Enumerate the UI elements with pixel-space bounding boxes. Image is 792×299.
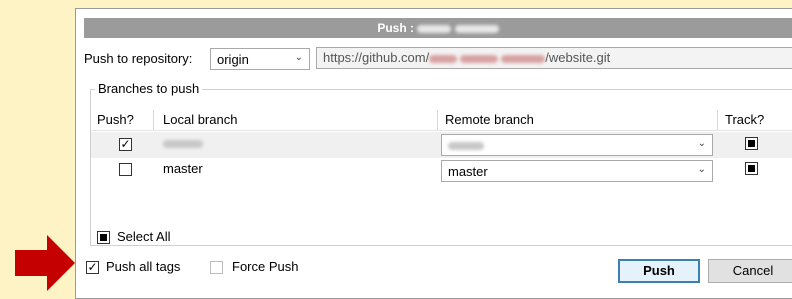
push-all-tags-checkbox[interactable]: ✓: [86, 261, 99, 274]
dialog-titlebar: Push :: [84, 18, 792, 38]
force-push-label: Force Push: [232, 259, 299, 274]
redacted-user: [501, 54, 546, 63]
branches-table-header: Push? Local branch Remote branch Track?: [91, 110, 792, 131]
chevron-down-icon: ⌄: [697, 164, 706, 175]
select-all-label: Select All: [117, 229, 171, 244]
column-divider: [437, 110, 438, 130]
branches-group: Branches to push Push? Local branch Remo…: [90, 81, 792, 246]
branches-group-title: Branches to push: [95, 81, 203, 96]
remote-branch-select[interactable]: master ⌄: [441, 160, 713, 182]
repository-select[interactable]: origin ⌄: [210, 48, 310, 70]
remote-branch-select[interactable]: ⌄: [441, 134, 713, 156]
redacted-branch-name: [417, 24, 452, 33]
cancel-button[interactable]: Cancel: [708, 259, 792, 283]
branch-row[interactable]: ✓ ⌄: [91, 132, 792, 158]
redacted-repo-name: [454, 24, 499, 33]
local-branch-name: master: [163, 161, 203, 176]
url-prefix: https://github.com/: [323, 50, 430, 65]
redacted-remote-branch: [448, 142, 484, 150]
repository-select-value: origin: [217, 52, 249, 67]
dialog-footer: ✓ Push all tags Force Push Push Cancel: [84, 257, 792, 283]
redacted-local-branch: [163, 140, 203, 148]
remote-branch-value: master: [448, 164, 488, 179]
branch-row[interactable]: master master ⌄: [91, 158, 792, 184]
column-divider: [717, 110, 718, 130]
dialog-title: Push :: [377, 21, 414, 35]
repository-url-field[interactable]: https://github.com/ /website.git: [316, 47, 792, 69]
track-checkbox[interactable]: [745, 137, 758, 150]
chevron-down-icon: ⌄: [697, 138, 706, 149]
redacted-user: [429, 54, 458, 63]
chevron-down-icon: ⌄: [294, 52, 303, 63]
column-header-remote-branch[interactable]: Remote branch: [445, 112, 534, 127]
push-dialog: Push : Push to repository: origin ⌄ http…: [75, 8, 792, 299]
redacted-user: [460, 54, 499, 63]
push-checkbox[interactable]: [119, 163, 132, 176]
url-suffix: /website.git: [545, 50, 611, 65]
column-divider: [153, 110, 154, 130]
column-header-local-branch[interactable]: Local branch: [163, 112, 237, 127]
column-header-push[interactable]: Push?: [97, 112, 134, 127]
column-header-track[interactable]: Track?: [725, 112, 764, 127]
push-button[interactable]: Push: [618, 259, 700, 283]
repository-label: Push to repository:: [84, 51, 193, 66]
push-all-tags-label: Push all tags: [106, 259, 181, 274]
repository-row: Push to repository: origin ⌄ https://git…: [84, 47, 792, 71]
annotation-arrow-icon: [15, 235, 75, 291]
force-push-checkbox[interactable]: [210, 261, 223, 274]
track-checkbox[interactable]: [745, 162, 758, 175]
select-all-checkbox[interactable]: [97, 231, 110, 244]
push-checkbox[interactable]: ✓: [119, 138, 132, 151]
